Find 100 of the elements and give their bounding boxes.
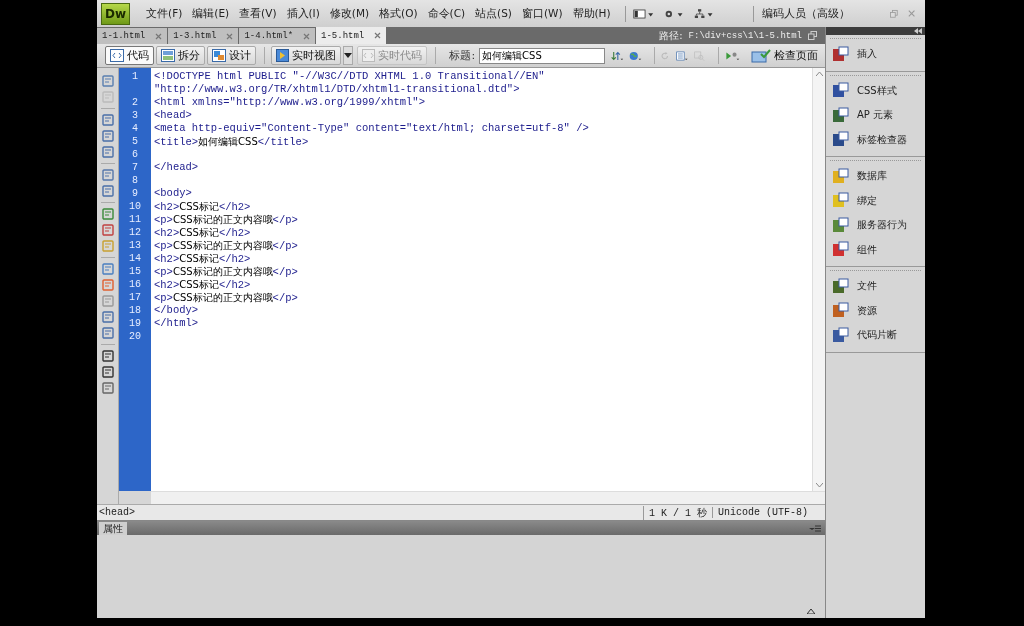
- menu-item[interactable]: 站点(S): [471, 6, 516, 21]
- sitemap-icon[interactable]: [693, 7, 713, 20]
- scroll-up-icon[interactable]: [815, 71, 823, 76]
- panel-item[interactable]: 代码片断: [826, 323, 925, 348]
- expand-icon[interactable]: [807, 608, 815, 614]
- line-number: 3: [132, 109, 138, 122]
- scroll-down-icon[interactable]: [815, 483, 823, 488]
- view-button[interactable]: 设计: [207, 46, 256, 65]
- menu-item[interactable]: 窗口(W): [517, 6, 567, 21]
- encoding-label: Unicode (UTF-8): [712, 507, 813, 518]
- line-number: 9: [132, 187, 138, 200]
- panel-item[interactable]: 数据库: [826, 164, 925, 189]
- menu-item[interactable]: 文件(F): [142, 6, 187, 21]
- panel-menu-icon[interactable]: [809, 524, 821, 532]
- line-number: 15: [129, 265, 141, 278]
- download-size: 1 K / 1 秒: [642, 505, 712, 520]
- code-line: </html>: [154, 317, 199, 330]
- restore-icon[interactable]: [808, 31, 817, 40]
- code-icon: [110, 49, 124, 62]
- live-code-icon: [361, 49, 375, 62]
- vertical-scrollbar[interactable]: [812, 68, 825, 491]
- line-number: 17: [129, 291, 141, 304]
- panel-item[interactable]: 组件: [826, 237, 925, 262]
- panel-item[interactable]: 绑定: [826, 188, 925, 213]
- code-line: </head>: [154, 161, 199, 174]
- horizontal-scrollbar[interactable]: [151, 491, 825, 504]
- workspace-switcher[interactable]: 编码人员（高级）: [761, 6, 850, 21]
- line-number: 10: [129, 200, 141, 213]
- panel-item[interactable]: 服务器行为: [826, 213, 925, 238]
- restore-icon[interactable]: [889, 8, 898, 19]
- line-number: 14: [129, 252, 141, 265]
- menu-item[interactable]: 命令(C): [423, 6, 470, 21]
- dropdown-button[interactable]: [342, 46, 353, 65]
- panel-item[interactable]: 标签检查器: [826, 127, 925, 152]
- line-number: 16: [129, 278, 141, 291]
- title-field[interactable]: 如何编辑CSS: [479, 47, 606, 64]
- menu-item[interactable]: 查看(V): [235, 6, 281, 21]
- menu-item[interactable]: 编辑(E): [188, 6, 234, 21]
- line-number: 12: [129, 226, 141, 239]
- close-icon[interactable]: [155, 32, 163, 40]
- document-tab[interactable]: 1-4.html*: [239, 28, 316, 44]
- menu-item[interactable]: 插入(I): [282, 6, 324, 21]
- code-line: <h2>CSS标记</h2>: [154, 226, 251, 239]
- document-tab[interactable]: 1-5.html: [316, 27, 387, 44]
- code-line: <title>如何编辑CSS</title>: [154, 135, 309, 148]
- caret-icon: [343, 53, 352, 58]
- view-button[interactable]: 拆分: [156, 46, 205, 65]
- line-number: 20: [129, 330, 141, 343]
- page-list-icon[interactable]: [675, 48, 689, 63]
- close-icon[interactable]: [907, 9, 915, 18]
- menu-item[interactable]: 修改(M): [325, 6, 374, 21]
- path-label: 路径:: [659, 28, 683, 43]
- document-tab[interactable]: 1-3.html: [168, 28, 239, 44]
- document-tab[interactable]: 1-1.html: [97, 28, 168, 44]
- line-number: 2: [132, 96, 138, 109]
- line-number: 19: [129, 317, 141, 330]
- close-icon[interactable]: [226, 32, 234, 40]
- menu-item[interactable]: 格式(O): [375, 6, 422, 21]
- panel-item[interactable]: 文件: [826, 274, 925, 299]
- code-line: <p>CSS标记的正文内容哦</p>: [154, 239, 298, 252]
- tab-label: 1-5.html: [321, 30, 365, 41]
- title-label: 标题:: [449, 48, 476, 63]
- code-line: <meta http-equiv="Content-Type" content="text/html; charset=utf-8" />: [154, 122, 589, 135]
- code-line: "http://www.w3.org/TR/xhtml1/DTD/xhtml1-transitional.dtd">: [154, 83, 520, 96]
- properties-tab[interactable]: 属性: [99, 522, 127, 535]
- code-line: <body>: [154, 187, 192, 200]
- line-number: 7: [132, 161, 138, 174]
- tag-selector[interactable]: <head>: [99, 507, 135, 518]
- code-line: <h2>CSS标记</h2>: [154, 278, 251, 291]
- code-line: <p>CSS标记的正文内容哦</p>: [154, 291, 298, 304]
- tab-label: 1-1.html: [102, 31, 146, 41]
- panel-item[interactable]: 资源: [826, 298, 925, 323]
- panel-item[interactable]: CSS样式: [826, 78, 925, 103]
- tab-label: 1-4.html*: [244, 31, 294, 41]
- panel-item[interactable]: 插入: [826, 42, 925, 67]
- inspect-page-button[interactable]: 检查页面: [746, 46, 824, 65]
- split-icon: [161, 49, 175, 62]
- check-page-icon: [751, 48, 772, 63]
- code-line: </body>: [154, 304, 199, 317]
- live-view-button[interactable]: 实时视图: [270, 46, 341, 65]
- panel-item[interactable]: AP 元素: [826, 103, 925, 128]
- view-button[interactable]: 代码: [105, 46, 154, 65]
- line-number: 4: [132, 122, 138, 135]
- close-icon[interactable]: [374, 32, 382, 39]
- file-path: F:\div+css\1\1-5.html: [688, 30, 802, 41]
- code-line: <head>: [154, 109, 192, 122]
- line-number: 11: [129, 213, 141, 226]
- design-icon: [212, 49, 226, 62]
- code-line: <!DOCTYPE html PUBLIC "-//W3C//DTD XHTML 1.0 Transitional//EN": [154, 70, 545, 83]
- layout-icon[interactable]: [633, 7, 655, 20]
- app-logo: Dw: [101, 2, 131, 25]
- close-icon[interactable]: [303, 32, 311, 40]
- code-line: <h2>CSS标记</h2>: [154, 200, 251, 213]
- line-number: 18: [129, 304, 141, 317]
- line-number: 5: [132, 135, 138, 148]
- code-line: <p>CSS标记的正文内容哦</p>: [154, 213, 298, 226]
- code-line: <p>CSS标记的正文内容哦</p>: [154, 265, 298, 278]
- menu-item[interactable]: 帮助(H): [568, 6, 615, 21]
- line-number: 13: [129, 239, 141, 252]
- code-line: <h2>CSS标记</h2>: [154, 252, 251, 265]
